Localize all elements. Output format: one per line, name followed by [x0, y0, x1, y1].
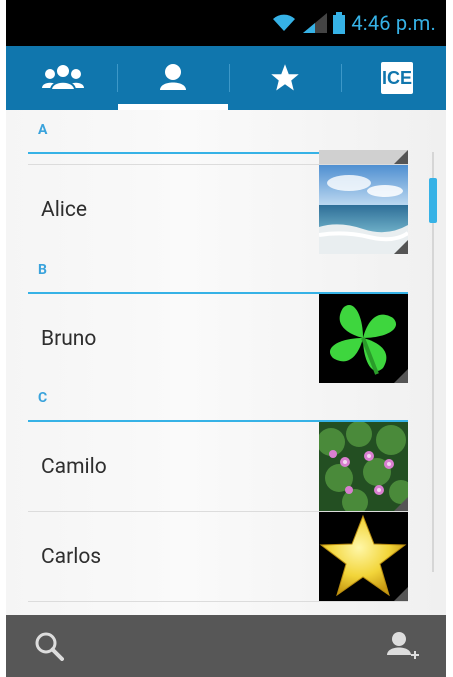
- contact-name: Bruno: [41, 327, 97, 351]
- search-button[interactable]: [14, 615, 84, 677]
- clock: 4:46 p.m.: [351, 11, 436, 35]
- section-header-b: B: [28, 250, 408, 294]
- add-contact-button[interactable]: [368, 615, 438, 677]
- signal-icon: [303, 13, 328, 33]
- contact-name: Camilo: [41, 455, 107, 479]
- tab-ice[interactable]: ICE: [342, 46, 446, 110]
- contact-list[interactable]: A Alice B Bruno C Camilo Carlos: [6, 110, 446, 615]
- person-icon: [160, 64, 186, 90]
- ocean-photo: [319, 165, 408, 254]
- contact-name: Carlos: [41, 545, 102, 569]
- battery-icon: [333, 12, 346, 34]
- list-item-alice[interactable]: Alice: [28, 165, 408, 255]
- groups-icon: [42, 63, 84, 91]
- contact-name: Alice: [41, 198, 88, 222]
- section-letter: A: [38, 122, 48, 138]
- tab-groups[interactable]: [8, 46, 118, 110]
- status-bar: 4:46 p.m.: [6, 0, 446, 46]
- contacts-app: 4:46 p.m. ICE A Alice B Bruno C Camilo C…: [6, 0, 446, 677]
- wifi-icon: [273, 14, 296, 31]
- section-header-a: A: [28, 110, 408, 154]
- section-letter: B: [38, 262, 47, 278]
- section-header-c: C: [28, 378, 408, 422]
- list-item-bruno[interactable]: Bruno: [28, 294, 408, 383]
- tab-contacts[interactable]: [118, 46, 228, 110]
- clover-photo: [319, 294, 408, 383]
- star-photo: [319, 512, 408, 601]
- star-icon: [271, 64, 299, 91]
- list-item-carlos[interactable]: Carlos: [28, 512, 408, 601]
- section-letter: C: [38, 390, 48, 406]
- bottom-bar: [6, 615, 446, 677]
- tab-favorites[interactable]: [230, 46, 340, 110]
- scrollbar-thumb[interactable]: [429, 178, 437, 223]
- list-item-camilo[interactable]: Camilo: [28, 422, 408, 511]
- search-icon: [35, 632, 64, 661]
- ice-icon: ICE: [381, 62, 413, 94]
- flowers-photo: [319, 422, 408, 511]
- add-contact-icon: [387, 632, 419, 659]
- list-item-partial[interactable]: [28, 150, 408, 164]
- tab-bar: ICE: [6, 46, 446, 110]
- row-divider: [28, 601, 408, 602]
